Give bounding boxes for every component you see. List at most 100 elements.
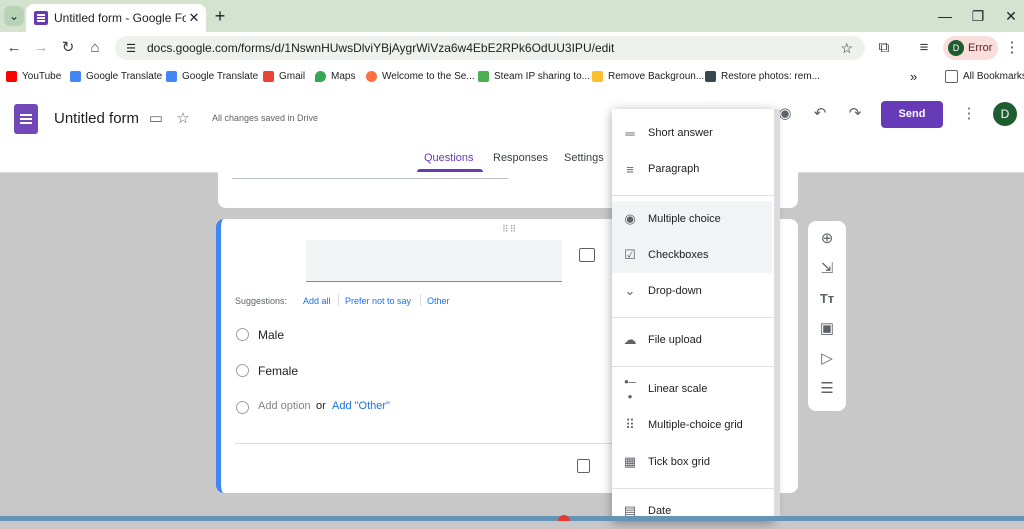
tab-responses[interactable]: Responses bbox=[493, 152, 548, 164]
previous-question-divider bbox=[232, 178, 508, 179]
menu-divider bbox=[612, 195, 774, 196]
profile-status: Error bbox=[968, 42, 993, 54]
extensions-icon[interactable]: ⧉ bbox=[874, 38, 894, 58]
add-question-icon[interactable]: ⊕ bbox=[817, 229, 837, 249]
bookmark-maps[interactable]: Maps bbox=[315, 68, 355, 84]
cloud-upload-icon: ☁ bbox=[623, 332, 637, 347]
add-section-icon[interactable]: ☰ bbox=[817, 379, 837, 399]
add-other-button[interactable]: Add "Other" bbox=[332, 400, 390, 412]
gmail-icon bbox=[263, 70, 274, 82]
minimize-icon[interactable]: — bbox=[930, 6, 960, 26]
suggestion-add-all[interactable]: Add all bbox=[303, 296, 331, 306]
bookmark-youtube[interactable]: YouTube bbox=[6, 68, 61, 84]
video-progress-bar bbox=[0, 516, 1024, 521]
option-radio-icon bbox=[236, 401, 249, 414]
account-avatar[interactable]: D bbox=[993, 102, 1017, 126]
menu-divider bbox=[612, 366, 774, 367]
translate-icon bbox=[166, 70, 177, 82]
google-forms-favicon-icon bbox=[34, 11, 48, 25]
dropdown-circle-icon: ⌄ bbox=[624, 283, 636, 298]
suggestion-prefer-not-to-say[interactable]: Prefer not to say bbox=[345, 296, 411, 306]
media-controls-icon[interactable]: ≡ bbox=[914, 38, 934, 58]
menu-item-multiple-choice-grid[interactable]: ⠿ Multiple-choice grid bbox=[612, 407, 772, 443]
bookmark-welcome[interactable]: Welcome to the Se... bbox=[366, 68, 475, 84]
bookmark-steam[interactable]: Steam IP sharing to... bbox=[478, 68, 590, 84]
add-image-icon[interactable] bbox=[579, 248, 595, 262]
bookmark-google-translate[interactable]: Google Translate bbox=[70, 68, 162, 84]
menu-item-file-upload[interactable]: ☁ File upload bbox=[612, 322, 772, 358]
youtube-icon bbox=[6, 70, 17, 82]
save-status: All changes saved in Drive bbox=[212, 113, 319, 123]
restore-icon[interactable]: ❐ bbox=[963, 6, 993, 26]
or-label: or bbox=[316, 400, 326, 412]
all-bookmarks[interactable]: All Bookmarks bbox=[945, 68, 1024, 84]
back-icon[interactable]: ← bbox=[4, 38, 24, 58]
menu-divider bbox=[612, 317, 774, 318]
google-forms-logo-icon[interactable] bbox=[14, 104, 38, 134]
bookmarks-overflow-icon[interactable]: » bbox=[910, 68, 917, 84]
site-icon bbox=[592, 70, 603, 82]
add-image-icon[interactable]: ▣ bbox=[817, 319, 837, 339]
option-female[interactable]: Female bbox=[258, 364, 298, 378]
bookmark-gmail[interactable]: Gmail bbox=[263, 68, 305, 84]
drag-handle-icon[interactable]: ⠿⠿ bbox=[502, 224, 517, 235]
menu-item-linear-scale[interactable]: •–• Linear scale bbox=[612, 371, 772, 407]
form-title[interactable]: Untitled form bbox=[54, 110, 139, 127]
add-title-icon[interactable]: Tт bbox=[817, 289, 837, 309]
profile-error-chip[interactable]: D Error bbox=[943, 36, 998, 60]
more-options-icon[interactable]: ⋮ bbox=[959, 104, 979, 124]
reload-icon[interactable]: ↻ bbox=[58, 38, 78, 58]
linear-scale-icon: •–• bbox=[624, 374, 636, 404]
menu-item-tick-box-grid[interactable]: ▦ Tick box grid bbox=[612, 444, 772, 480]
paragraph-icon: ≡ bbox=[626, 161, 634, 177]
menu-divider bbox=[612, 488, 774, 489]
duplicate-icon[interactable] bbox=[577, 459, 590, 473]
home-icon[interactable]: ⌂ bbox=[85, 38, 105, 58]
site-icon bbox=[366, 70, 377, 82]
browser-tab[interactable]: Untitled form - Google Forms ✕ bbox=[26, 4, 206, 32]
checkbox-grid-icon: ▦ bbox=[623, 454, 637, 469]
checkbox-icon: ☑ bbox=[624, 247, 636, 262]
send-button[interactable]: Send bbox=[881, 101, 943, 128]
progress-handle[interactable] bbox=[558, 515, 570, 521]
menu-scrollbar[interactable] bbox=[774, 109, 780, 521]
import-questions-icon[interactable]: ⇲ bbox=[817, 259, 837, 279]
tab-settings[interactable]: Settings bbox=[564, 152, 604, 164]
tab-title: Untitled form - Google Forms bbox=[54, 11, 186, 25]
menu-item-checkboxes[interactable]: ☑ Checkboxes bbox=[612, 237, 772, 273]
bookmark-google-translate-2[interactable]: Google Translate bbox=[166, 68, 258, 84]
tab-close-icon[interactable]: ✕ bbox=[186, 10, 202, 26]
site-icon bbox=[705, 70, 716, 82]
bookmark-remove-background[interactable]: Remove Backgroun... bbox=[592, 68, 704, 84]
add-video-icon[interactable]: ▷ bbox=[817, 349, 837, 369]
menu-item-short-answer[interactable]: ═ Short answer bbox=[612, 115, 772, 151]
undo-icon[interactable]: ↶ bbox=[810, 104, 830, 124]
redo-icon[interactable]: ↷ bbox=[845, 104, 865, 124]
bookmark-star-icon[interactable]: ☆ bbox=[840, 40, 853, 57]
star-icon[interactable]: ☆ bbox=[173, 109, 193, 129]
suggestion-other[interactable]: Other bbox=[427, 296, 450, 306]
menu-item-date[interactable]: ▤ Date bbox=[612, 493, 772, 529]
tab-questions[interactable]: Questions bbox=[424, 152, 474, 164]
question-title-input[interactable] bbox=[306, 240, 562, 282]
browser-menu-icon[interactable]: ⋮ bbox=[1002, 38, 1022, 58]
suggestions-label: Suggestions: bbox=[235, 296, 288, 306]
menu-item-paragraph[interactable]: ≡ Paragraph bbox=[612, 151, 772, 187]
site-info-icon[interactable]: ☰ bbox=[123, 42, 139, 55]
option-radio-icon bbox=[236, 328, 249, 341]
new-tab-button[interactable]: + bbox=[210, 6, 230, 26]
menu-item-drop-down[interactable]: ⌄ Drop-down bbox=[612, 273, 772, 309]
grid-icon: ⠿ bbox=[625, 417, 635, 432]
window-close-icon[interactable]: ✕ bbox=[996, 6, 1024, 26]
translate-icon bbox=[70, 70, 81, 82]
bookmark-restore-photos[interactable]: Restore photos: rem... bbox=[705, 68, 820, 84]
profile-avatar: D bbox=[948, 40, 964, 56]
tab-search-chevron-icon[interactable]: ⌄ bbox=[4, 6, 24, 26]
add-option-input[interactable]: Add option bbox=[258, 400, 311, 412]
suggestion-separator bbox=[338, 294, 339, 306]
move-to-folder-icon[interactable]: ▭ bbox=[146, 109, 166, 129]
address-bar[interactable]: ☰ docs.google.com/forms/d/1NswnHUwsDlviY… bbox=[115, 36, 865, 60]
option-male[interactable]: Male bbox=[258, 328, 284, 342]
menu-item-multiple-choice[interactable]: ◉ Multiple choice bbox=[612, 201, 772, 237]
forward-icon[interactable]: → bbox=[31, 38, 51, 58]
